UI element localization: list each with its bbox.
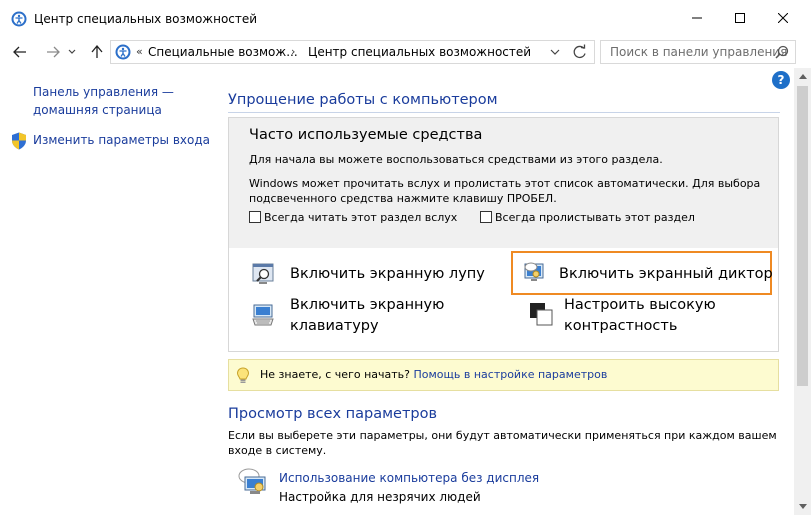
tool-on-screen-keyboard[interactable]: Включить экранную клавиатуру (290, 295, 490, 337)
title-bar: Центр специальных возможностей (0, 0, 811, 36)
search-placeholder: Поиск в панели управления (610, 45, 788, 59)
tip-help-link[interactable]: Помощь в настройке параметров (413, 368, 607, 381)
sidebar-link-sign-in-settings[interactable]: Изменить параметры входа (33, 133, 210, 147)
breadcrumb-ease-of-access[interactable]: Специальные возмож... (148, 45, 298, 59)
section-title-make-easier: Упрощение работы с компьютером (228, 92, 498, 108)
scroll-up-button[interactable] (794, 68, 811, 85)
quick-access-title: Часто используемые средства (249, 127, 483, 143)
address-bar[interactable]: « Специальные возмож... › Центр специаль… (110, 40, 595, 64)
tip-bar: Не знаете, с чего начать? Помощь в настр… (228, 359, 779, 391)
sidebar-link-control-panel-home[interactable]: Панель управления — домашняя страница (33, 83, 193, 119)
tool-high-contrast[interactable]: Настроить высокую контрастность (564, 295, 764, 337)
settings-subtitle-blind: Настройка для незрячих людей (279, 490, 481, 504)
back-button[interactable] (9, 43, 31, 61)
computer-without-display-icon[interactable] (237, 467, 269, 497)
help-button[interactable]: ? (772, 71, 790, 89)
up-button[interactable] (86, 43, 108, 61)
tool-narrator[interactable]: Включить экранный диктор (559, 264, 773, 285)
window-title: Центр специальных возможностей (34, 12, 258, 26)
auto-scan-checkbox[interactable] (480, 211, 492, 223)
settings-link-without-display[interactable]: Использование компьютера без дисплея (279, 471, 539, 485)
forward-button[interactable] (42, 43, 64, 61)
caret-up-icon (798, 74, 807, 79)
arrow-right-icon (47, 46, 60, 58)
high-contrast-icon[interactable] (529, 302, 553, 326)
on-screen-keyboard-icon[interactable] (251, 303, 275, 327)
search-input[interactable]: Поиск в панели управления (600, 40, 796, 64)
breadcrumb-current[interactable]: Центр специальных возможностей (308, 45, 531, 59)
tip-question: Не знаете, с чего начать? (260, 368, 410, 381)
read-aloud-label[interactable]: Всегда читать этот раздел вслух (264, 211, 457, 224)
arrow-left-icon (13, 46, 26, 58)
quick-access-header: Часто используемые средства Для начала в… (229, 118, 778, 248)
tip-message: Не знаете, с чего начать? Помощь в настр… (260, 368, 607, 381)
quick-access-description: Для начала вы можете воспользоваться сре… (249, 153, 663, 166)
scroll-thumb[interactable] (797, 86, 808, 386)
scroll-down-button[interactable] (794, 498, 811, 515)
all-settings-description: Если вы выберете эти параметры, они буду… (228, 429, 777, 457)
search-icon[interactable] (775, 45, 789, 59)
maximize-button[interactable] (717, 0, 763, 36)
close-icon (778, 13, 788, 23)
magnifier-icon[interactable] (251, 262, 275, 286)
quick-access-instruction: Windows может прочитать вслух и пролиста… (249, 177, 761, 205)
narrator-icon[interactable] (522, 260, 546, 284)
uac-shield-icon (12, 132, 26, 150)
section-title-all-settings: Просмотр всех параметров (228, 406, 438, 422)
minimize-icon (692, 17, 702, 19)
recent-locations-chevron-icon[interactable] (66, 45, 78, 59)
section-divider (228, 112, 780, 113)
caret-down-icon (798, 504, 807, 509)
address-dropdown-chevron-icon[interactable] (546, 45, 564, 59)
auto-scan-label[interactable]: Всегда пролистывать этот раздел (495, 211, 695, 224)
refresh-icon[interactable] (571, 44, 589, 60)
breadcrumb-overflow[interactable]: « (136, 45, 143, 58)
tool-magnifier[interactable]: Включить экранную лупу (290, 264, 485, 285)
arrow-up-icon (91, 45, 103, 58)
maximize-icon (735, 13, 745, 23)
ease-of-access-icon (11, 11, 27, 27)
vertical-scrollbar[interactable] (794, 68, 811, 515)
ease-of-access-icon (115, 44, 131, 60)
close-button[interactable] (760, 0, 806, 36)
lightbulb-icon (236, 367, 250, 383)
minimize-button[interactable] (674, 0, 720, 36)
read-aloud-checkbox[interactable] (249, 211, 261, 223)
breadcrumb-separator[interactable]: › (291, 45, 295, 58)
